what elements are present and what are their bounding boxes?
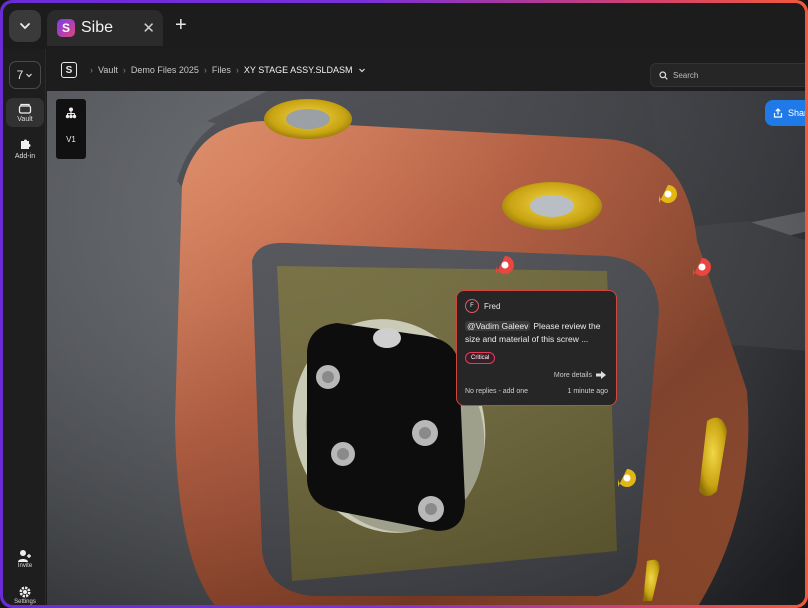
comment-pin-yellow[interactable] [617,468,637,488]
arrow-right-icon [596,371,606,379]
tab-menu-button[interactable] [9,10,41,42]
breadcrumb: › Vault › Demo Files 2025 › Files › XY S… [85,65,366,75]
sidebar-item-vault[interactable]: Vault [6,98,44,127]
model-tree-panel[interactable]: V1 [56,99,86,159]
comment-body: @Vadim Galeev Please review the size and … [465,320,608,346]
comment-card[interactable]: F Fred @Vadim Galeev Please review the si… [456,290,617,406]
breadcrumb-separator: › [203,65,207,75]
chevron-down-icon[interactable] [358,66,366,74]
breadcrumb-separator: › [235,65,239,75]
vault-icon [18,103,32,114]
breadcrumb-separator: › [90,65,93,75]
hierarchy-icon [65,107,77,119]
invite-user-icon [18,550,31,562]
breadcrumb-demo-files[interactable]: Demo Files 2025 [131,65,199,75]
comment-pin-red[interactable] [495,255,515,275]
status-badge: Critical [465,352,496,364]
app-logo-icon[interactable]: S [61,62,77,78]
version-tag: V1 [66,135,76,144]
top-app-bar: S › Vault › Demo Files 2025 › Files › XY… [47,49,805,91]
comment-pin-red[interactable] [692,257,712,277]
close-icon[interactable]: ✕ [142,19,155,37]
sidebar-item-add-in[interactable]: Add-in [6,138,44,160]
version-selector[interactable]: 7 [9,61,41,89]
comment-header: F Fred [465,299,608,313]
chevron-down-icon [26,73,33,78]
sidebar-item-settings[interactable]: Settings [6,585,44,605]
replies-link[interactable]: No replies - add one [465,388,528,395]
search-input[interactable] [673,70,793,80]
3d-viewport[interactable]: V1 Share F Fred @Vadim GaleevPlease revi… [47,91,805,605]
sidebar-item-label: Add-in [14,153,36,160]
sidebar-item-label: Settings [14,599,36,605]
breadcrumb-separator: › [122,65,126,75]
share-button[interactable]: Share [765,100,805,126]
avatar: F [465,299,479,313]
new-tab-button[interactable]: + [175,15,187,35]
gear-icon [19,586,31,598]
breadcrumb-files[interactable]: Files [212,65,231,75]
sidebar-item-invite[interactable]: Invite [6,549,44,569]
share-icon [773,108,783,118]
left-sidebar: 7 Vault Add-in Invite Settings [3,49,46,605]
search-icon [659,70,668,80]
more-details-link[interactable]: More details [554,371,606,379]
puzzle-icon [20,139,30,149]
breadcrumb-vault[interactable]: Vault [98,65,118,75]
user-mention[interactable]: @Vadim Galeev [465,321,531,331]
version-label: 7 [16,68,24,82]
breadcrumb-current-file[interactable]: XY STAGE ASSY.SLDASM [244,65,353,75]
chevron-down-icon [20,23,30,30]
comment-timestamp: 1 minute ago [567,388,608,395]
share-label: Share [788,108,805,118]
more-details-label: More details [553,371,592,379]
app-window: S Sibe ✕ + 7 Vault Add-in Invite Setting… [3,3,805,605]
search-box[interactable] [650,63,805,87]
cad-model-render [47,91,805,605]
browser-tab[interactable]: S Sibe ✕ [47,10,163,46]
tab-bar: S Sibe ✕ + [3,3,805,49]
sidebar-item-label: Vault [17,116,33,123]
sidebar-item-label: Invite [17,563,33,569]
window-frame: S Sibe ✕ + 7 Vault Add-in Invite Setting… [0,0,808,608]
sibe-logo-icon: S [57,19,75,37]
comment-pin-yellow[interactable] [658,184,678,204]
comment-footer: No replies - add one 1 minute ago [465,388,608,395]
comment-author: Fred [484,301,501,311]
tab-title: Sibe [81,19,114,36]
